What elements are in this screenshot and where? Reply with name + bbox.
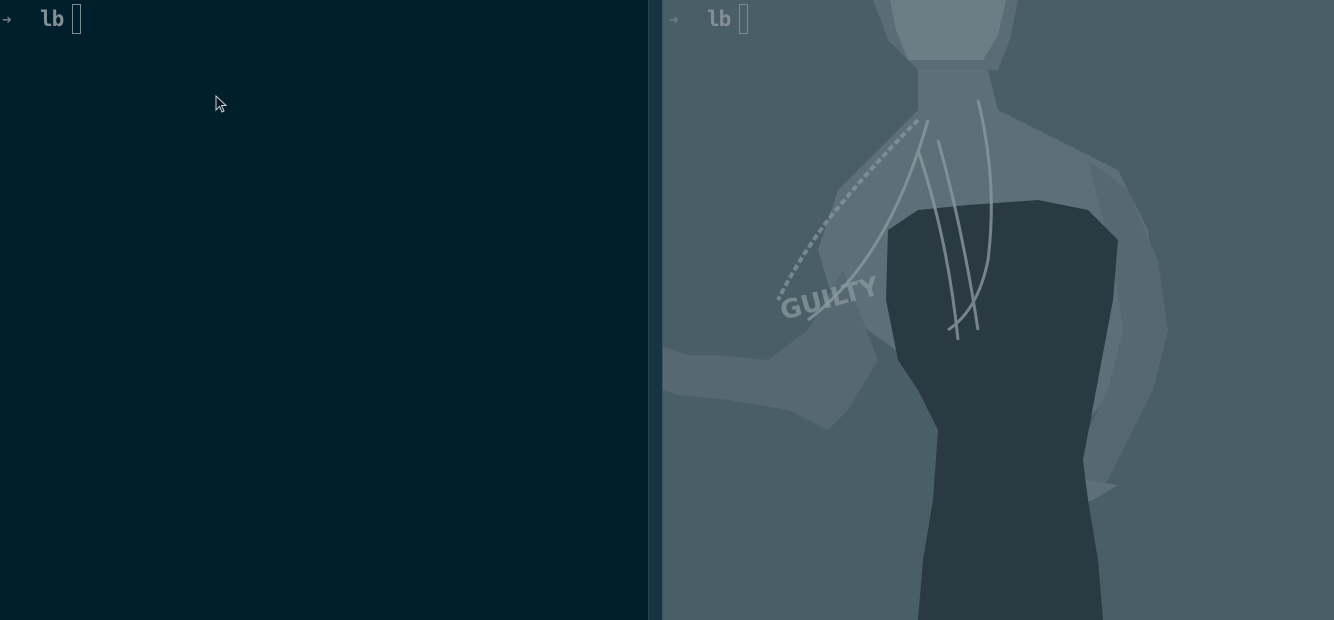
wallpaper-portrait-image: GUILTY: [663, 0, 1334, 620]
text-cursor: [739, 4, 749, 34]
pane-split-divider[interactable]: [648, 0, 663, 620]
desktop-screen: ➜ lb GUILTY ➜ lb: [0, 0, 1334, 620]
left-terminal-pane[interactable]: ➜ lb: [0, 0, 648, 620]
right-shell-prompt: ➜ lb: [669, 3, 749, 35]
prompt-arrow-icon: ➜: [2, 9, 12, 29]
text-cursor: [72, 4, 82, 34]
prompt-directory: lb: [707, 7, 731, 31]
prompt-arrow-icon: ➜: [669, 9, 679, 29]
right-terminal-pane[interactable]: GUILTY ➜ lb: [663, 0, 1334, 620]
left-shell-prompt: ➜ lb: [2, 3, 82, 35]
mouse-pointer-icon: [215, 95, 228, 113]
prompt-directory: lb: [40, 7, 64, 31]
